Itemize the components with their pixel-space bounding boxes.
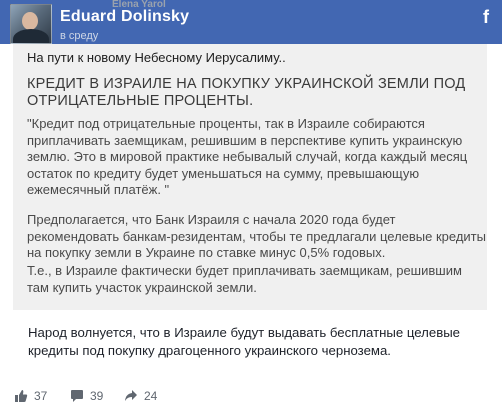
comment-count: 39: [90, 389, 104, 403]
post-text: Народ волнуется, что в Израиле будут выд…: [28, 325, 461, 358]
shared-intro: На пути к новому Небесному Иерусалиму..: [27, 50, 286, 65]
shared-heading: КРЕДИТ В ИЗРАИЛЕ НА ПОКУПКУ УКРАИНСКОЙ З…: [27, 76, 466, 109]
post-header: Elena Yarol Eduard Dolinsky в среду f: [0, 0, 502, 44]
avatar-face: [22, 12, 38, 30]
like-icon: [15, 390, 28, 402]
comment-count-button[interactable]: 39: [70, 386, 103, 406]
share-count-button[interactable]: 24: [124, 386, 157, 406]
shared-paragraph: Предполагается, что Банк Израиля с начал…: [27, 212, 486, 260]
avatar[interactable]: [10, 4, 52, 44]
like-count-button[interactable]: 37: [14, 386, 47, 406]
reaction-bar: 37 39 24: [0, 380, 502, 410]
shared-image[interactable]: На пути к новому Небесному Иерусалиму.. …: [13, 44, 487, 310]
share-icon: [125, 390, 137, 401]
avatar-shoulders: [13, 29, 49, 43]
shared-quote: "Кредит под отрицательные проценты, так …: [27, 116, 468, 197]
share-count: 24: [144, 389, 158, 403]
poster-name[interactable]: Eduard Dolinsky: [60, 8, 189, 26]
facebook-icon: f: [483, 7, 489, 27]
post-timestamp[interactable]: в среду: [60, 30, 98, 42]
shared-paragraph: Т.е., в Израиле фактически будет приплач…: [27, 263, 462, 295]
comment-icon: [71, 390, 83, 402]
like-count: 37: [34, 389, 48, 403]
